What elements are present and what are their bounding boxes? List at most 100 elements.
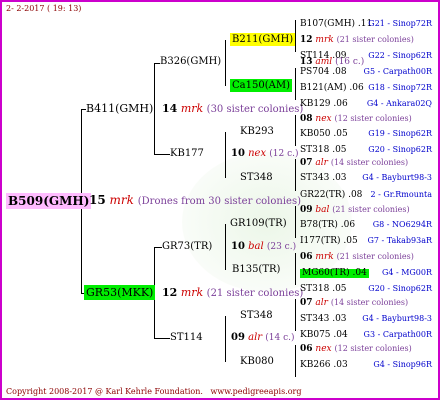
tree-line xyxy=(295,206,296,238)
tree-line xyxy=(295,159,296,191)
gr73-sisters: (23 c.) xyxy=(266,242,297,252)
gr73-node[interactable]: GR73(TR) xyxy=(162,242,212,252)
sire-mark: mrk xyxy=(180,102,204,115)
ancestor-group: 2 - Gr.Rmounta xyxy=(370,190,432,199)
ancestor-name[interactable]: KB075 .04 xyxy=(300,331,348,340)
root-node[interactable]: B509(GMH) xyxy=(6,193,92,209)
tree-line xyxy=(225,40,226,86)
drone-mark: alr xyxy=(315,158,328,168)
ancestor-group: G5 - Carpath00R xyxy=(363,67,432,76)
st348-node-b[interactable]: ST348 xyxy=(240,311,273,321)
ancestor-group: G3 - Carpath00R xyxy=(363,330,432,339)
tree-line xyxy=(295,345,296,377)
ancestor-group: G21 - Sinop72R xyxy=(368,19,432,28)
kb293-node[interactable]: KB293 xyxy=(240,127,274,137)
kb177-node[interactable]: KB177 xyxy=(170,149,204,159)
drone-num: 06 xyxy=(300,252,313,262)
drone-mark: nex xyxy=(315,114,332,124)
sire-node[interactable]: B411(GMH) xyxy=(86,103,153,114)
drone-record: 06 nex (12 sister colonies) xyxy=(300,345,412,354)
dam-num: 12 xyxy=(162,286,178,299)
drone-num: 06 xyxy=(300,344,313,354)
ancestor-group: G4 - MG00R xyxy=(381,268,432,277)
drone-record: 06 mrk (21 sister colonies) xyxy=(300,253,414,262)
kb177-mark: nex xyxy=(248,148,267,159)
root-num: 15 xyxy=(89,193,106,207)
ancestor-group: G8 - NO6294R xyxy=(372,220,432,229)
kb177-record: 10 nex (12 c.) xyxy=(231,149,299,159)
dam-name: GR53(MKK) xyxy=(84,285,156,300)
ancestor-group: G4 - Bayburt98-3 xyxy=(362,173,432,182)
b326-node[interactable]: B326(GMH) xyxy=(160,57,221,67)
tree-line xyxy=(225,224,226,270)
ancestor-group: G22 - Sinop62R xyxy=(368,51,432,60)
footer-copyright: Copyright 2008-2017 @ Karl Kehrle Founda… xyxy=(6,387,203,396)
root-record: 15 mrk (Drones from 30 sister colonies) xyxy=(89,194,301,207)
tree-line xyxy=(295,115,296,146)
ancestor-name[interactable]: KB266 .03 xyxy=(300,361,348,370)
tree-line xyxy=(225,316,226,362)
drone-num: 09 xyxy=(300,205,313,215)
root-mark: mrk xyxy=(109,193,134,207)
drone-record: 07 alr (14 sister colonies) xyxy=(300,299,408,308)
drone-record: 09 bal (21 sister colonies) xyxy=(300,206,410,215)
ancestor-group: G18 - Sinop72R xyxy=(368,83,432,92)
ancestor-name[interactable]: ST318 .05 xyxy=(300,285,347,294)
b211-name: B211(GMH) xyxy=(230,33,296,46)
gr73-mark: bal xyxy=(248,241,264,252)
st114-mark: alr xyxy=(248,332,263,343)
st348-node-a[interactable]: ST348 xyxy=(240,173,273,183)
st114-sisters: (14 c.) xyxy=(265,333,295,343)
ancestor-name[interactable]: MG60(TR) .04 xyxy=(300,269,369,278)
ca150-name: Ca150(AM) xyxy=(230,79,292,92)
dam-sisters: (21 sister colonies) xyxy=(206,288,304,299)
ca150-node[interactable]: Ca150(AM) xyxy=(230,79,292,92)
drone-mark: nex xyxy=(315,344,332,354)
ancestor-group: G4 - Ankara02Q xyxy=(366,99,432,108)
ancestor-group: G19 - Sinop62R xyxy=(368,129,432,138)
tree-line xyxy=(154,338,170,339)
root-sisters: (Drones from 30 sister colonies) xyxy=(137,196,301,207)
drone-record: 08 nex (12 sister colonies) xyxy=(300,115,412,124)
b211-node[interactable]: B211(GMH) xyxy=(230,33,296,46)
ancestor-name[interactable]: KB050 .05 xyxy=(300,130,348,139)
ancestor-group: G20 - Sinop62R xyxy=(368,284,432,293)
drone-mark: alr xyxy=(315,298,328,308)
tree-line xyxy=(295,299,296,331)
ancestor-name[interactable]: I177(TR) .05 xyxy=(300,237,358,246)
drone-sisters: (21 sister colonies) xyxy=(336,252,414,261)
drone-sisters: (21 sister colonies) xyxy=(332,205,410,214)
tree-line xyxy=(154,247,162,248)
footer-site[interactable]: www.pedigreeapis.org xyxy=(211,387,302,396)
gr73-num: 10 xyxy=(231,241,245,252)
kb080-node[interactable]: KB080 xyxy=(240,357,274,367)
b135-node[interactable]: B135(TR) xyxy=(232,265,280,275)
st114-node[interactable]: ST114 xyxy=(170,333,203,343)
dam-node[interactable]: GR53(MKK) xyxy=(84,285,156,300)
drone-num: 07 xyxy=(300,158,313,168)
kb177-sisters: (12 c.) xyxy=(269,149,299,159)
sire-record: 14 mrk (30 sister colonies) xyxy=(162,103,303,115)
drone-num: 07 xyxy=(300,298,313,308)
ancestor-name[interactable]: B121(AM) .06 xyxy=(300,84,364,93)
ancestor-name[interactable]: B107(GMH) .11 xyxy=(300,20,372,29)
ancestor-name[interactable]: KB129 .06 xyxy=(300,100,348,109)
drone-sisters: (14 sister colonies) xyxy=(330,158,409,167)
ancestor-name[interactable]: PS704 .08 xyxy=(300,68,347,77)
ancestor-name[interactable]: GR22(TR) .08 xyxy=(300,191,362,200)
st114-record: 09 alr (14 c.) xyxy=(231,333,295,343)
drone-record: 07 alr (14 sister colonies) xyxy=(300,159,408,168)
gr73-record: 10 bal (23 c.) xyxy=(231,242,296,252)
ancestor-name[interactable]: ST114 .09 xyxy=(300,52,347,61)
footer: Copyright 2008-2017 @ Karl Kehrle Founda… xyxy=(6,388,301,396)
sire-sisters: (30 sister colonies) xyxy=(206,104,304,115)
gr109-node[interactable]: GR109(TR) xyxy=(230,219,287,229)
ancestor-name[interactable]: ST343 .03 xyxy=(300,315,347,324)
root-name: B509(GMH) xyxy=(6,193,92,209)
drone-mark: bal xyxy=(315,205,330,215)
ancestor-name[interactable]: ST343 .03 xyxy=(300,174,347,183)
ancestor-name[interactable]: B78(TR) .06 xyxy=(300,221,355,230)
drone-num: 12 xyxy=(300,35,313,45)
ancestor-name[interactable]: ST318 .05 xyxy=(300,146,347,155)
sire-num: 14 xyxy=(162,102,178,115)
